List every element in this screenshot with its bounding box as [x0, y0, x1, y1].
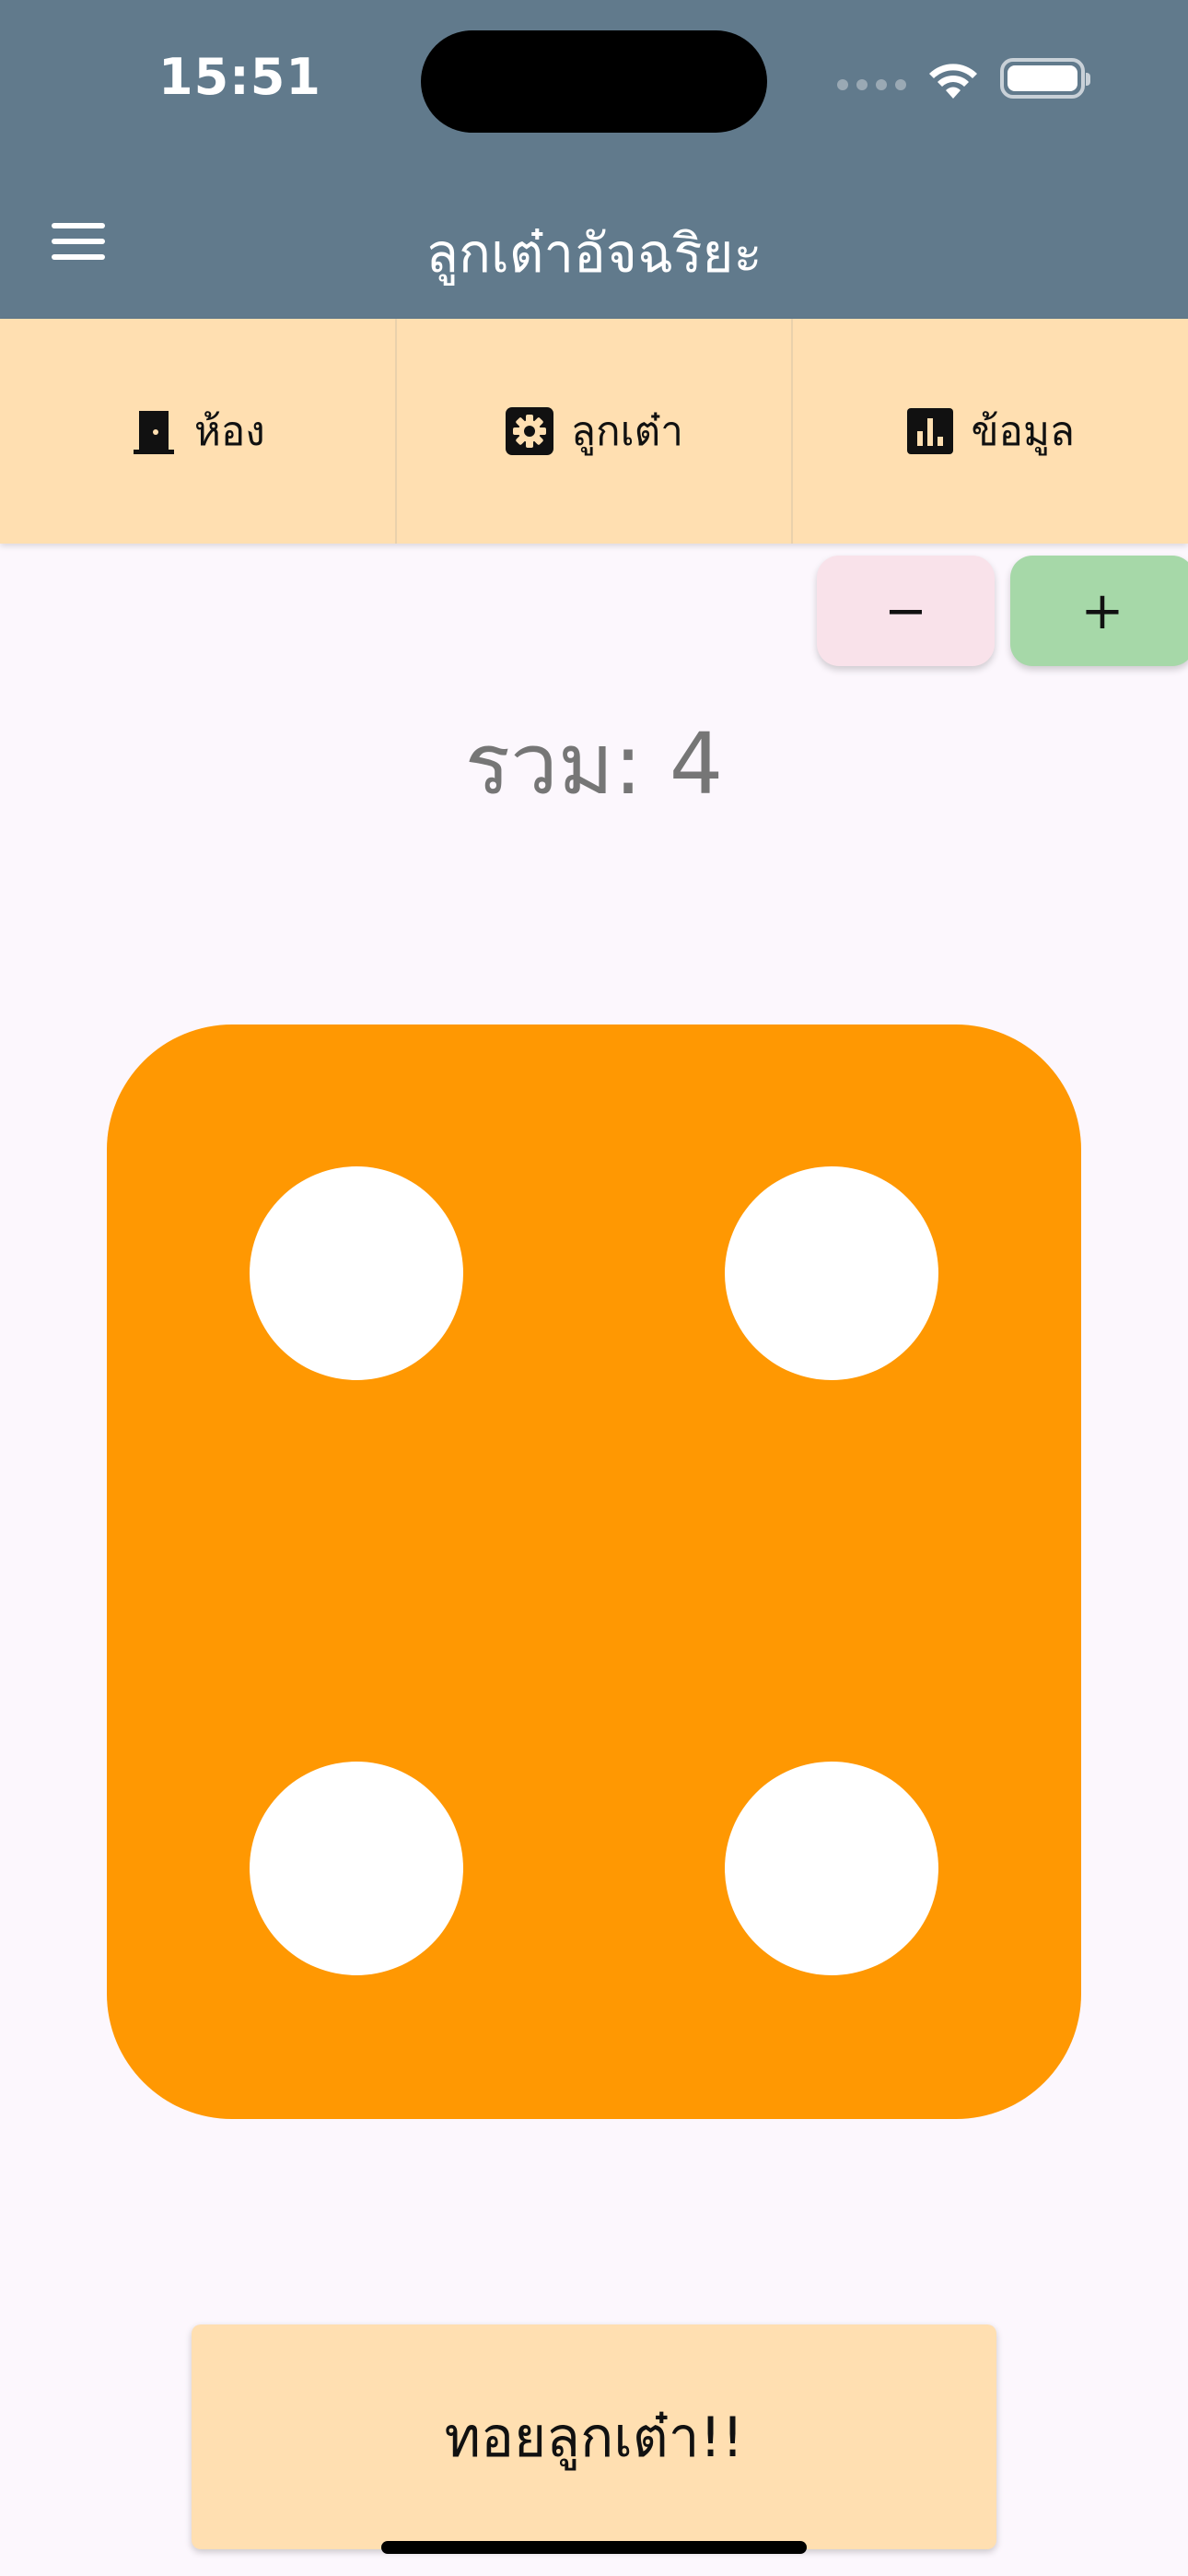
remove-die-button[interactable]: − [817, 556, 995, 666]
die-pip [725, 1166, 938, 1380]
tab-bar: ห้อง ลูกเต๋า ข้อมูล [0, 319, 1188, 544]
home-indicator[interactable] [381, 2541, 807, 2554]
app-title: ลูกเต๋าอัจฉริยะ [425, 222, 763, 285]
die[interactable] [107, 1025, 1081, 2119]
roll-dice-button[interactable]: ทอยลูกเต๋า!! [192, 2324, 996, 2549]
bar-chart-icon [907, 408, 954, 454]
die-pip [250, 1166, 463, 1380]
die-pip [725, 1762, 938, 1975]
tab-room-label: ห้อง [193, 408, 265, 455]
tab-dice-label: ลูกเต๋า [571, 408, 683, 455]
status-icons [837, 55, 1090, 101]
dynamic-island [421, 30, 767, 133]
tab-room[interactable]: ห้อง [0, 319, 397, 544]
gear-icon [506, 407, 554, 455]
tab-info-label: ข้อมูล [971, 408, 1075, 455]
wifi-icon [926, 58, 980, 99]
add-die-button[interactable]: + [1010, 556, 1188, 666]
app-screen: 15:51 ลูกเต๋าอัจฉริยะ ห้อง ลูกเต๋า ข้อมู… [0, 0, 1188, 2576]
door-icon [133, 411, 174, 454]
battery-icon [1000, 58, 1090, 99]
die-pip [250, 1762, 463, 1975]
total-sum: รวม: 4 [464, 715, 724, 814]
status-time: 15:51 [158, 48, 321, 106]
tab-dice[interactable]: ลูกเต๋า [397, 319, 794, 544]
cellular-signal-icon [837, 79, 906, 90]
app-header: 15:51 ลูกเต๋าอัจฉริยะ [0, 0, 1188, 319]
tab-info[interactable]: ข้อมูล [793, 319, 1188, 544]
